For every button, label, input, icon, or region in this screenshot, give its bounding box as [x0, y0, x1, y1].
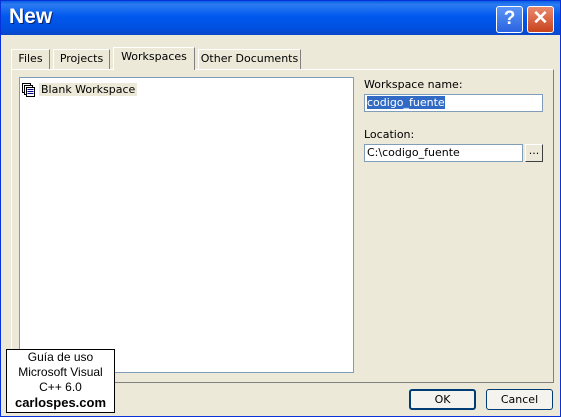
- tab-other-documents[interactable]: Other Documents: [198, 49, 301, 69]
- ok-button[interactable]: OK: [409, 389, 476, 410]
- workspace-name-label: Workspace name:: [364, 78, 463, 91]
- title-bar[interactable]: New ? ✕: [1, 1, 560, 35]
- help-icon: ?: [503, 8, 516, 29]
- list-item[interactable]: Blank Workspace: [22, 82, 138, 97]
- tab-files[interactable]: Files: [11, 49, 50, 69]
- workspace-type-list[interactable]: Blank Workspace: [19, 77, 354, 373]
- help-button[interactable]: ?: [496, 6, 523, 33]
- location-value: C:\codigo_fuente: [367, 146, 460, 159]
- tab-workspaces[interactable]: Workspaces: [113, 47, 195, 70]
- workspace-name-field[interactable]: codigo_fuente: [364, 94, 543, 112]
- location-label: Location:: [364, 128, 415, 141]
- list-item-label: Blank Workspace: [39, 83, 138, 96]
- watermark-line: Microsoft Visual: [18, 365, 103, 379]
- close-button[interactable]: ✕: [527, 6, 554, 33]
- watermark-label: Guía de uso Microsoft Visual C++ 6.0 car…: [6, 349, 115, 413]
- location-field[interactable]: C:\codigo_fuente: [364, 144, 523, 162]
- window-title: New: [9, 5, 53, 28]
- new-dialog: New ? ✕ Files Projects Workspaces Other …: [0, 0, 561, 417]
- watermark-line: C++ 6.0: [39, 380, 82, 394]
- workspace-name-value: codigo_fuente: [367, 96, 445, 109]
- close-icon: ✕: [532, 8, 549, 29]
- workspace-icon: [22, 82, 35, 97]
- watermark-line: Guía de uso: [27, 350, 94, 364]
- tab-projects[interactable]: Projects: [53, 49, 110, 69]
- browse-button[interactable]: ...: [525, 144, 543, 162]
- cancel-button[interactable]: Cancel: [486, 389, 553, 410]
- watermark-site: carlospes.com: [14, 395, 107, 410]
